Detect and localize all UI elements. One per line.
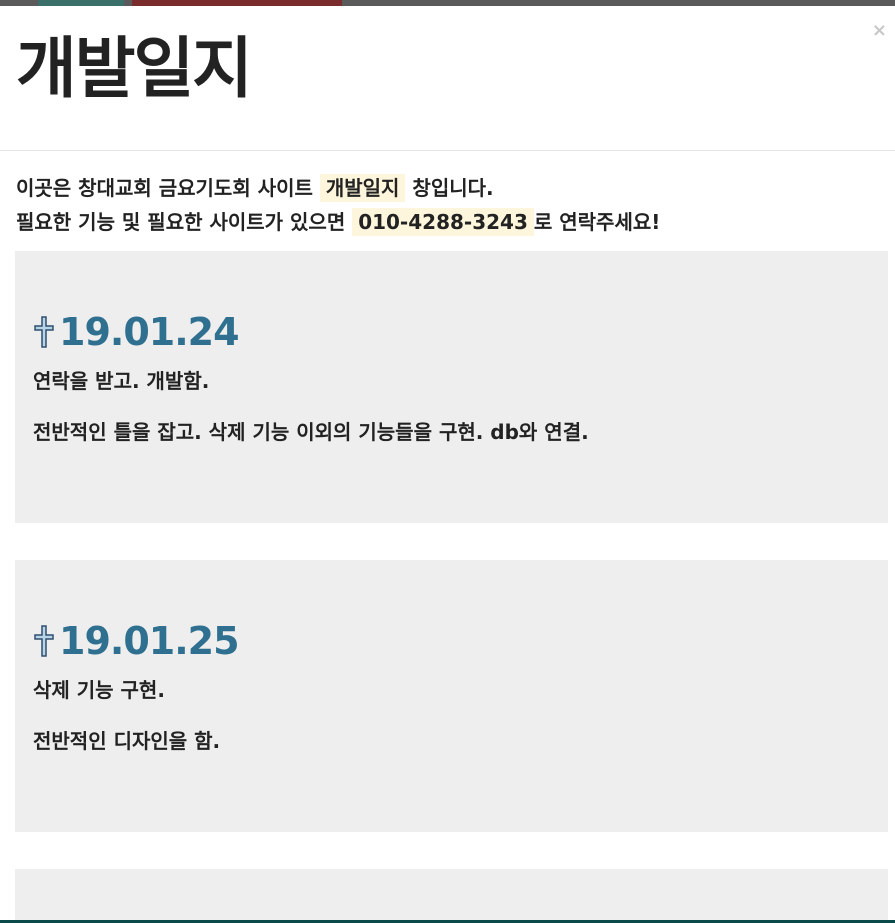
- entry-line: 연락을 받고. 개발함.: [33, 369, 210, 393]
- intro-line-1-before: 이곳은 창대교회 금요기도회 사이트: [16, 176, 320, 200]
- intro-line-2-before: 필요한 기능 및 필요한 사이트가 있으면: [16, 210, 353, 234]
- entry-line: 전반적인 디자인을 함.: [33, 729, 221, 753]
- intro-text: 이곳은 창대교회 금요기도회 사이트 개발일지 창입니다. 필요한 기능 및 필…: [0, 151, 895, 239]
- cross-icon: [34, 316, 54, 348]
- modal-title: 개발일지: [16, 30, 253, 107]
- intro-line-1-after: 창입니다.: [405, 176, 494, 200]
- log-entry: 19.01.24 연락을 받고. 개발함. 전반적인 틀을 잡고. 삭제 기능 …: [15, 251, 888, 523]
- intro-highlight-phone: 010-4288-3243: [352, 208, 534, 236]
- modal-header: 개발일지: [0, 6, 895, 151]
- intro-line-1: 이곳은 창대교회 금요기도회 사이트 개발일지 창입니다.: [16, 171, 879, 205]
- entry-date-heading: 19.01.25: [33, 622, 870, 660]
- devlog-modal: × 개발일지 이곳은 창대교회 금요기도회 사이트 개발일지 창입니다. 필요한…: [0, 6, 895, 923]
- intro-highlight-devlog: 개발일지: [319, 174, 406, 202]
- log-entry: 19.01.25 삭제 기능 구현. 전반적인 디자인을 함.: [15, 560, 888, 832]
- log-entry-partial: [15, 869, 888, 923]
- entry-date: 19.01.25: [59, 619, 240, 663]
- intro-line-2-after: 로 연락주세요!: [533, 210, 661, 234]
- cross-icon: [34, 625, 54, 657]
- entry-date: 19.01.24: [59, 310, 240, 354]
- entry-line: 삭제 기능 구현.: [33, 678, 165, 702]
- intro-line-2: 필요한 기능 및 필요한 사이트가 있으면 010-4288-3243 로 연락주…: [16, 205, 879, 239]
- entry-date-heading: 19.01.24: [33, 313, 870, 351]
- close-icon[interactable]: ×: [872, 22, 887, 40]
- entry-line: 전반적인 틀을 잡고. 삭제 기능 이외의 기능들을 구현. db와 연결.: [33, 420, 589, 444]
